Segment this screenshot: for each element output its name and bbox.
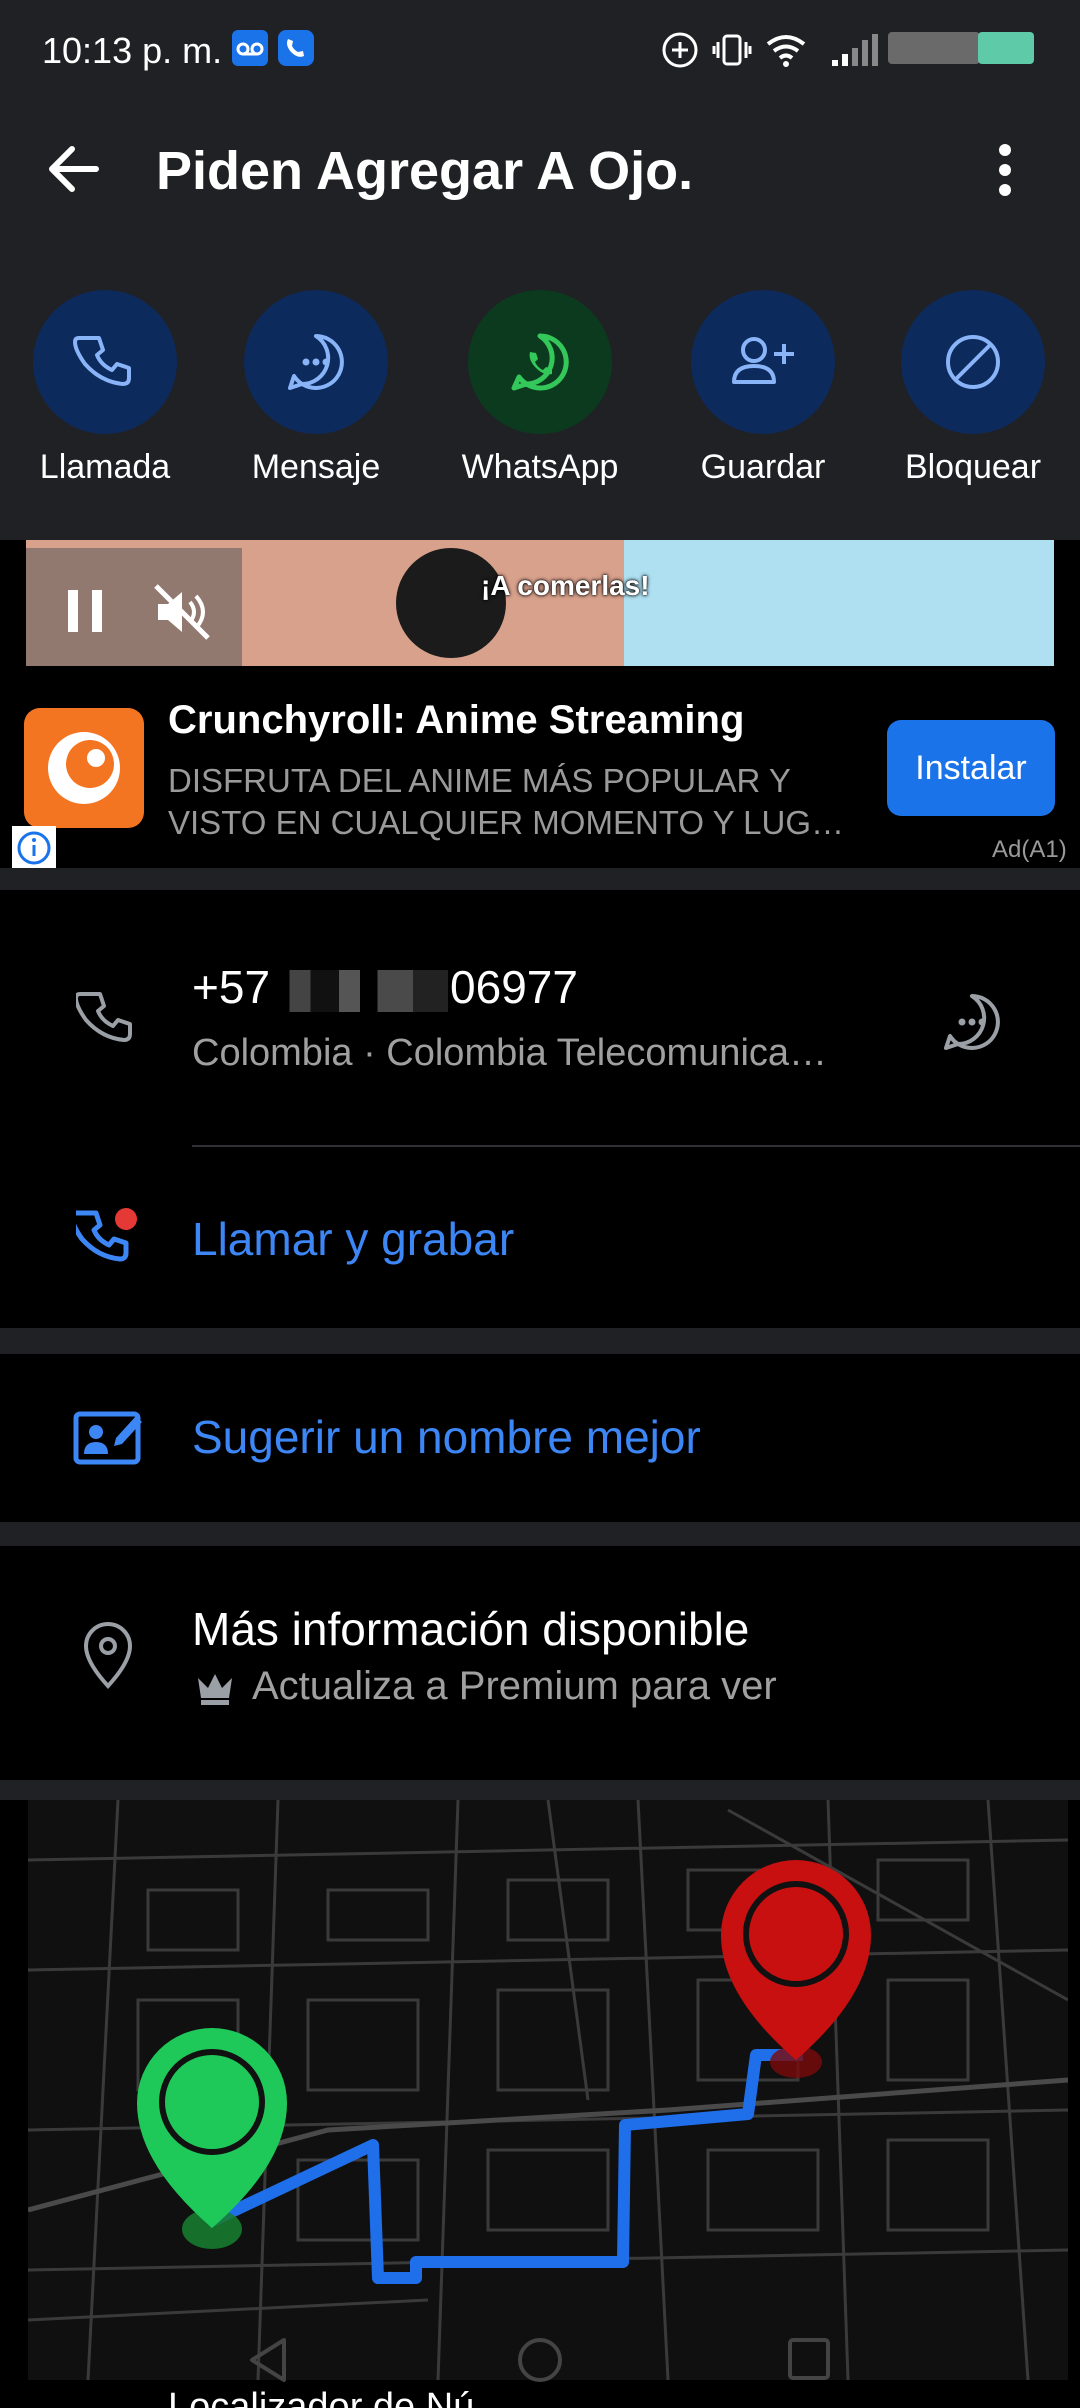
message-icon (288, 334, 344, 390)
phone-number[interactable]: +57 06977 (192, 960, 578, 1014)
data-saver-icon (660, 30, 700, 75)
phone-row-icon (74, 988, 140, 1057)
vibrate-icon (712, 30, 752, 75)
add-contact-icon (732, 337, 794, 384)
phone-icon (74, 992, 132, 1042)
call-action-label: Llamada (39, 448, 171, 486)
signal-icon (830, 30, 878, 75)
ad-description: DISFRUTA DEL ANIME MÁS POPULAR Y VISTO E… (168, 760, 868, 844)
video-background (624, 540, 1054, 666)
call-record-icon (69, 1205, 146, 1274)
phone-number-redacted (272, 969, 449, 1012)
video-subtitle: ¡A comerlas! (481, 570, 650, 601)
call-app-icon (278, 30, 314, 71)
sms-button[interactable] (940, 990, 1004, 1059)
status-time: 10:13 p. m. (42, 30, 223, 71)
ad-title[interactable]: Crunchyroll: Anime Streaming (168, 698, 744, 743)
back-button[interactable] (40, 135, 108, 203)
pause-icon[interactable] (64, 586, 108, 636)
whatsapp-action-button[interactable]: WhatsApp (440, 290, 640, 487)
whatsapp-icon (511, 333, 569, 391)
ad-video[interactable]: ¡A comerlas! (26, 540, 1054, 666)
crunchyroll-logo (24, 708, 144, 828)
message-action-button[interactable]: Mensaje (216, 290, 416, 487)
whatsapp-action-label: WhatsApp (461, 448, 619, 486)
nav-home-icon[interactable] (516, 2336, 564, 2384)
phone-number-prefix: +57 (192, 961, 271, 1013)
ad-desc-line-2: VISTO EN CUALQUIER MOMENTO Y LUG… (168, 804, 845, 841)
nav-recents-icon[interactable] (786, 2336, 832, 2382)
call-action-button[interactable]: Llamada (5, 290, 205, 487)
premium-crown-icon (194, 1668, 236, 1711)
section-separator (0, 1522, 1080, 1546)
edit-contact-icon (72, 1406, 144, 1471)
block-icon (946, 335, 1000, 389)
section-separator (0, 1328, 1080, 1354)
phone-carrier: Colombia · Colombia Telecomunica… (192, 1032, 828, 1074)
more-info-title[interactable]: Más información disponible (192, 1602, 749, 1656)
battery-icon (978, 32, 1034, 64)
section-separator (0, 868, 1080, 890)
more-options-button[interactable] (985, 140, 1025, 200)
mute-icon[interactable] (152, 582, 212, 642)
more-vert-icon (999, 144, 1011, 196)
install-button[interactable]: Instalar (887, 720, 1055, 816)
ad-desc-line-1: DISFRUTA DEL ANIME MÁS POPULAR Y (168, 762, 791, 799)
block-action-button[interactable]: Bloquear (873, 290, 1073, 487)
location-pin-icon (80, 1620, 136, 1695)
suggest-name-link[interactable]: Sugerir un nombre mejor (192, 1410, 701, 1464)
message-action-label: Mensaje (251, 448, 381, 486)
message-icon (944, 994, 1000, 1050)
arrow-left-icon (49, 146, 99, 192)
number-locator-map[interactable] (28, 1800, 1068, 2380)
block-action-label: Bloquear (904, 448, 1042, 486)
phone-icon (73, 336, 131, 386)
section-separator (0, 1780, 1080, 1800)
save-action-label: Guardar (700, 448, 826, 486)
more-info-subtitle: Actualiza a Premium para ver (252, 1664, 777, 1708)
call-and-record-link[interactable]: Llamar y grabar (192, 1212, 514, 1266)
ad-label: Ad(A1) (992, 836, 1067, 863)
ad-info-icon[interactable] (12, 826, 56, 870)
voicemail-icon (232, 30, 268, 71)
video-figure (396, 548, 506, 658)
save-action-button[interactable]: Guardar (663, 290, 863, 487)
system-navigation-bar (0, 2300, 1080, 2408)
phone-number-suffix: 06977 (450, 961, 578, 1013)
map-illustration (28, 1800, 1068, 2380)
video-controls (26, 548, 242, 666)
blurred-status-area (888, 32, 980, 64)
row-divider (192, 1145, 1080, 1147)
destination-pin-icon (721, 1860, 871, 2078)
nav-back-icon[interactable] (246, 2336, 290, 2384)
wifi-icon (764, 30, 808, 75)
page-title: Piden Agregar A Ojo. (156, 141, 694, 201)
status-bar: 10:13 p. m. (0, 0, 1080, 100)
